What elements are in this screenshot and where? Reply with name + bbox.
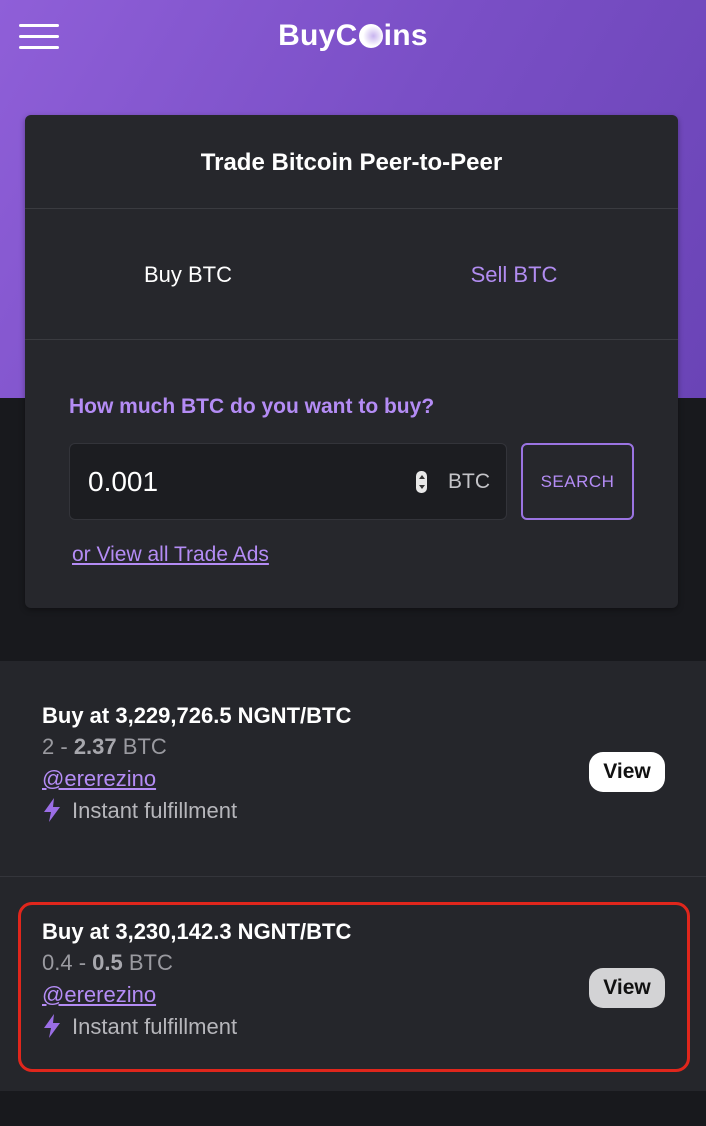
ad-amount-range: 0.4 - 0.5 BTC bbox=[42, 950, 173, 976]
card-title: Trade Bitcoin Peer-to-Peer bbox=[25, 115, 678, 209]
ad-range-unit: BTC bbox=[122, 950, 173, 975]
lightning-bolt-icon bbox=[44, 1014, 60, 1038]
view-ad-button[interactable]: View bbox=[589, 968, 665, 1008]
brand-logo-suffix: ins bbox=[383, 19, 428, 52]
ad-range-min: 2 bbox=[42, 734, 55, 759]
ad-amount-range: 2 - 2.37 BTC bbox=[42, 734, 167, 760]
trade-ad-item[interactable]: Buy at 3,229,726.5 NGNT/BTC 2 - 2.37 BTC… bbox=[0, 661, 706, 877]
lightning-bolt-icon bbox=[44, 798, 60, 822]
ad-fulfillment-label: Instant fulfillment bbox=[72, 798, 238, 823]
ad-range-unit: BTC bbox=[116, 734, 167, 759]
ad-fulfillment-label: Instant fulfillment bbox=[72, 1014, 238, 1039]
amount-question-label: How much BTC do you want to buy? bbox=[69, 395, 435, 418]
ad-range-separator: - bbox=[72, 950, 93, 975]
trade-tabs: Buy BTC Sell BTC bbox=[25, 209, 678, 340]
trade-ad-item[interactable]: Buy at 3,230,142.3 NGNT/BTC 0.4 - 0.5 BT… bbox=[0, 877, 706, 1093]
view-all-trade-ads-link[interactable]: or View all Trade Ads bbox=[72, 543, 269, 567]
ad-fulfillment: Instant fulfillment bbox=[42, 1014, 237, 1040]
ad-user-link[interactable]: @ererezino bbox=[42, 766, 156, 792]
brand-logo-prefix: BuyC bbox=[278, 19, 358, 52]
brand-logo[interactable]: BuyC ins bbox=[0, 14, 706, 58]
ad-fulfillment: Instant fulfillment bbox=[42, 798, 237, 824]
amount-unit-label: BTC bbox=[448, 470, 490, 493]
ad-price-title: Buy at 3,230,142.3 NGNT/BTC bbox=[42, 919, 352, 944]
tab-sell-btc[interactable]: Sell BTC bbox=[351, 209, 677, 340]
ad-range-min: 0.4 bbox=[42, 950, 73, 975]
ad-price-title: Buy at 3,229,726.5 NGNT/BTC bbox=[42, 703, 352, 728]
number-spinner-icon[interactable] bbox=[416, 471, 427, 493]
ad-range-separator: - bbox=[54, 734, 74, 759]
coin-icon bbox=[358, 24, 383, 48]
trade-ads-list: Buy at 3,229,726.5 NGNT/BTC 2 - 2.37 BTC… bbox=[0, 661, 706, 1091]
ad-user-link[interactable]: @ererezino bbox=[42, 982, 156, 1008]
search-button[interactable]: SEARCH bbox=[521, 443, 634, 520]
view-ad-button[interactable]: View bbox=[589, 752, 665, 792]
ad-range-max: 2.37 bbox=[73, 734, 117, 759]
tab-buy-btc[interactable]: Buy BTC bbox=[25, 209, 351, 340]
ad-range-max: 0.5 bbox=[92, 950, 123, 975]
trade-card: Trade Bitcoin Peer-to-Peer Buy BTC Sell … bbox=[25, 115, 678, 608]
amount-input[interactable] bbox=[88, 460, 388, 504]
amount-field[interactable]: BTC bbox=[69, 443, 507, 520]
